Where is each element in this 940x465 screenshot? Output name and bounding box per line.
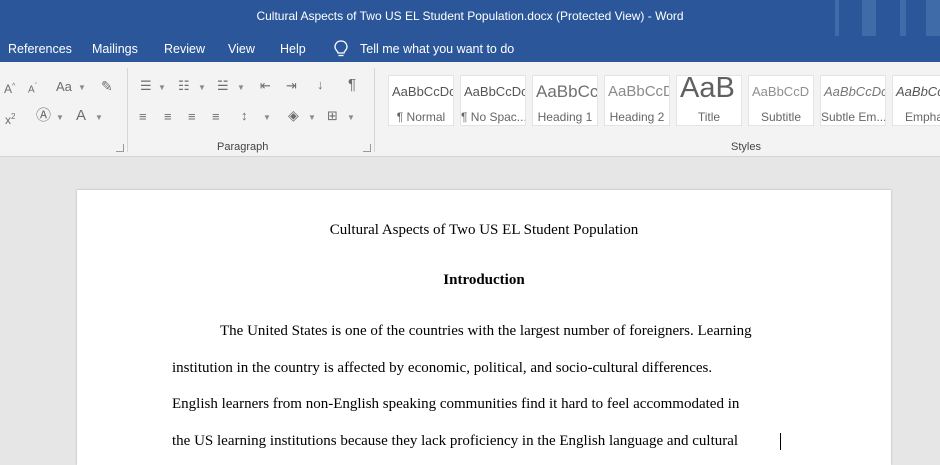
align-center-icon[interactable]: ≡ bbox=[164, 109, 172, 125]
tell-me-search[interactable]: Tell me what you want to do bbox=[360, 42, 514, 56]
tab-review[interactable]: Review bbox=[164, 42, 205, 56]
chevron-down-icon[interactable]: ▼ bbox=[158, 83, 166, 92]
paragraph-line: institution in the country is affected b… bbox=[172, 360, 713, 376]
paragraph-group-label: Paragraph bbox=[217, 141, 269, 153]
style-subtitle[interactable]: AaBbCcD Subtitle bbox=[748, 75, 814, 126]
document-title: Cultural Aspects of Two US EL Student Po… bbox=[329, 222, 639, 238]
change-case-icon[interactable]: Aa bbox=[56, 79, 72, 95]
document-page[interactable]: Cultural Aspects of Two US EL Student Po… bbox=[77, 190, 891, 465]
paragraph-line: the US learning institutions because the… bbox=[172, 433, 739, 449]
chevron-down-icon[interactable]: ▼ bbox=[56, 113, 64, 122]
style-preview: AaBbCcD bbox=[752, 84, 810, 99]
style-name: Subtle Em... bbox=[821, 110, 886, 124]
style-preview: AaBbCcDc bbox=[392, 84, 454, 99]
ribbon-tabs: References Mailings Review View Help Tel… bbox=[0, 36, 940, 62]
tab-references[interactable]: References bbox=[8, 42, 72, 56]
font-dialog-launcher-icon[interactable] bbox=[116, 144, 124, 152]
align-left-icon[interactable]: ≡ bbox=[139, 109, 147, 125]
text-cursor bbox=[780, 433, 781, 450]
align-right-icon[interactable]: ≡ bbox=[188, 109, 196, 125]
decrease-indent-icon[interactable]: ⇤ bbox=[260, 78, 271, 94]
style-subtle-emphasis[interactable]: AaBbCcDc Subtle Em... bbox=[820, 75, 886, 126]
style-name: Title bbox=[697, 110, 721, 124]
chevron-down-icon[interactable]: ▼ bbox=[237, 83, 245, 92]
paragraph-line: English learners from non-English speaki… bbox=[172, 396, 740, 412]
chevron-down-icon[interactable]: ▼ bbox=[308, 113, 316, 122]
style-emphasis[interactable]: AaBbCcDc Emphas bbox=[892, 75, 940, 126]
highlight-color-icon[interactable]: A bbox=[76, 108, 86, 124]
chevron-down-icon[interactable]: ▼ bbox=[263, 113, 271, 122]
style-preview: AaB bbox=[680, 75, 735, 104]
chevron-down-icon[interactable]: ▼ bbox=[78, 83, 86, 92]
clear-formatting-icon[interactable]: ✎ bbox=[101, 78, 113, 94]
style-name: Heading 1 bbox=[537, 110, 593, 124]
title-bar: Cultural Aspects of Two US EL Student Po… bbox=[0, 0, 940, 36]
group-divider bbox=[374, 68, 375, 152]
section-heading: Introduction bbox=[443, 272, 525, 288]
style-preview: AaBbCcD bbox=[608, 83, 670, 100]
increase-indent-icon[interactable]: ⇥ bbox=[286, 78, 297, 94]
styles-group-label: Styles bbox=[731, 141, 761, 153]
style-no-spacing[interactable]: AaBbCcDc ¶ No Spac... bbox=[460, 75, 526, 126]
chevron-down-icon[interactable]: ▼ bbox=[95, 113, 103, 122]
chevron-down-icon[interactable]: ▼ bbox=[198, 83, 206, 92]
style-name: Subtitle bbox=[760, 110, 802, 124]
style-preview: AaBbCcDc bbox=[824, 84, 886, 99]
paragraph-dialog-launcher-icon[interactable] bbox=[363, 144, 371, 152]
superscript-icon[interactable]: x2 bbox=[5, 109, 15, 128]
shading-icon[interactable]: ◈ bbox=[288, 107, 299, 123]
borders-icon[interactable]: ⊞ bbox=[327, 108, 338, 124]
style-preview: AaBbCcDc bbox=[896, 84, 940, 99]
bullets-icon[interactable]: ☰ bbox=[140, 78, 152, 94]
line-spacing-icon[interactable]: ↕ bbox=[241, 108, 248, 124]
group-divider bbox=[127, 68, 128, 152]
grow-font-icon[interactable]: A^ bbox=[4, 79, 15, 97]
style-heading-2[interactable]: AaBbCcD Heading 2 bbox=[604, 75, 670, 126]
justify-icon[interactable]: ≡ bbox=[212, 109, 220, 125]
tab-mailings[interactable]: Mailings bbox=[92, 42, 138, 56]
numbering-icon[interactable]: ☷ bbox=[178, 78, 190, 94]
style-preview: AaBbCc bbox=[536, 82, 598, 101]
style-heading-1[interactable]: AaBbCc Heading 1 bbox=[532, 75, 598, 126]
window-title: Cultural Aspects of Two US EL Student Po… bbox=[256, 9, 684, 23]
style-preview: AaBbCcDc bbox=[464, 84, 526, 99]
multilevel-list-icon[interactable]: ☱ bbox=[217, 78, 229, 94]
style-name: ¶ Normal bbox=[396, 110, 446, 124]
paragraph-line: The United States is one of the countrie… bbox=[220, 323, 752, 339]
ribbon: A^ Aˇ Aa ▼ ✎ x2 Ⓐ ▼ A ▼ ☰ ▼ ☷ ▼ ☱ ▼ ⇤ ⇥ … bbox=[0, 62, 940, 157]
chevron-down-icon[interactable]: ▼ bbox=[347, 113, 355, 122]
lightbulb-icon[interactable] bbox=[332, 39, 350, 59]
show-formatting-marks-icon[interactable]: ¶ bbox=[348, 77, 356, 93]
style-title[interactable]: AaB Title bbox=[676, 75, 742, 126]
style-name: Emphas bbox=[905, 110, 940, 124]
shrink-font-icon[interactable]: Aˇ bbox=[28, 79, 37, 98]
tab-help[interactable]: Help bbox=[280, 42, 306, 56]
style-name: ¶ No Spac... bbox=[461, 110, 526, 124]
style-normal[interactable]: AaBbCcDc ¶ Normal bbox=[388, 75, 454, 126]
text-effects-icon[interactable]: Ⓐ bbox=[36, 108, 51, 124]
tab-view[interactable]: View bbox=[228, 42, 255, 56]
sort-icon[interactable]: ↓ bbox=[317, 77, 324, 93]
style-name: Heading 2 bbox=[609, 110, 665, 124]
